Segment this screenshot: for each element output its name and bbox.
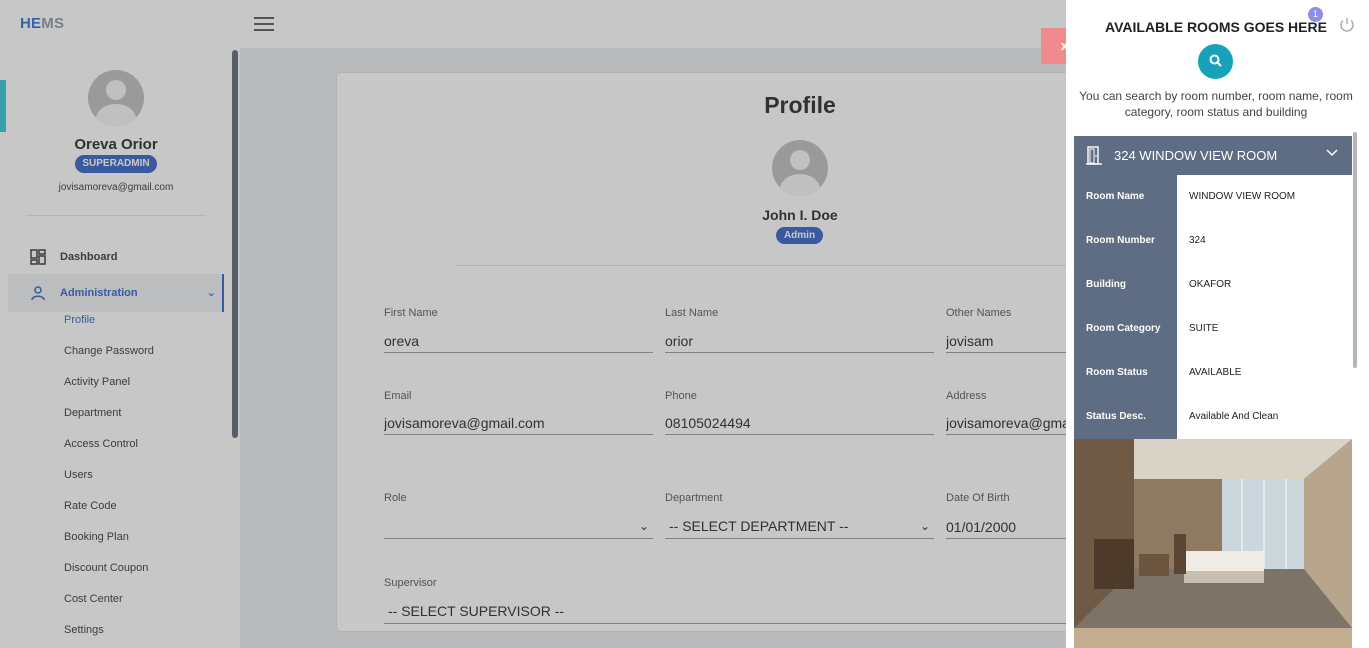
building-key: Building	[1074, 263, 1177, 307]
panel-scrollbar[interactable]	[1353, 132, 1357, 368]
room-name-key: Room Name	[1074, 175, 1177, 219]
door-icon	[1086, 146, 1102, 165]
room-number-value: 324	[1177, 219, 1352, 263]
room-details-table: Room Name WINDOW VIEW ROOM Room Number 324…	[1074, 175, 1352, 439]
panel-title: AVAILABLE ROOMS GOES HERE	[1105, 19, 1327, 35]
room-number-key: Room Number	[1074, 219, 1177, 263]
search-button[interactable]	[1198, 44, 1233, 79]
status-desc-value: Available And Clean	[1177, 395, 1352, 439]
table-row: Status Desc. Available And Clean	[1074, 395, 1352, 439]
room-title: 324 WINDOW VIEW ROOM	[1114, 148, 1278, 163]
notification-badge[interactable]: 1	[1308, 7, 1323, 22]
table-row: Room Status AVAILABLE	[1074, 351, 1352, 395]
room-status-value: AVAILABLE	[1177, 351, 1352, 395]
search-hint: You can search by room number, room name…	[1079, 89, 1353, 119]
modal-backdrop[interactable]	[0, 0, 1066, 648]
status-desc-key: Status Desc.	[1074, 395, 1177, 439]
room-accordion-header[interactable]: 324 WINDOW VIEW ROOM	[1074, 136, 1352, 175]
building-value: OKAFOR	[1177, 263, 1352, 307]
table-row: Room Name WINDOW VIEW ROOM	[1074, 175, 1352, 219]
power-icon[interactable]	[1338, 16, 1356, 34]
chevron-down-icon	[1326, 149, 1338, 157]
room-name-value: WINDOW VIEW ROOM	[1177, 175, 1352, 219]
table-row: Room Category SUITE	[1074, 307, 1352, 351]
room-category-key: Room Category	[1074, 307, 1177, 351]
table-row: Building OKAFOR	[1074, 263, 1352, 307]
room-category-value: SUITE	[1177, 307, 1352, 351]
table-row: Room Number 324	[1074, 219, 1352, 263]
room-photo[interactable]	[1074, 439, 1352, 628]
room-photo-next[interactable]	[1074, 628, 1352, 648]
room-status-key: Room Status	[1074, 351, 1177, 395]
search-icon	[1209, 54, 1222, 67]
